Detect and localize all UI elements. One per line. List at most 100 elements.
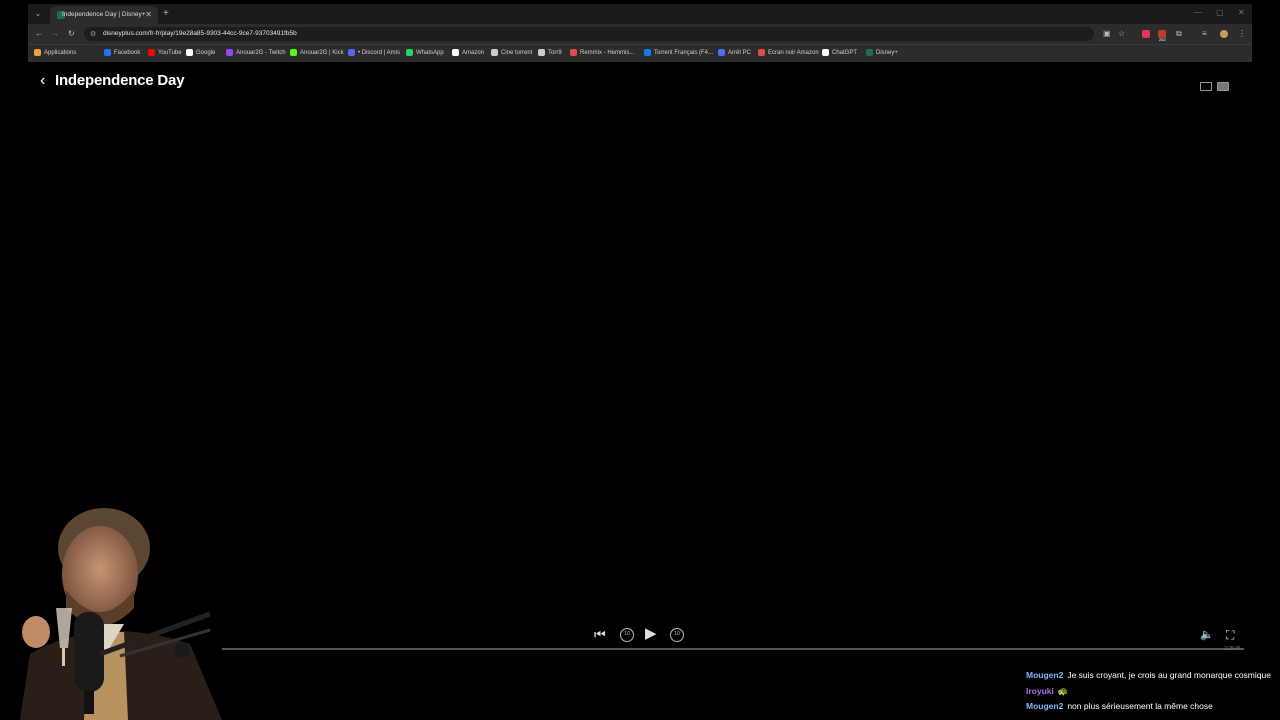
bookmark-item[interactable]: YouTube [148,49,182,56]
bookmark-item[interactable]: Disney+ [866,49,898,56]
bookmark-favicon-icon [186,49,193,56]
previous-icon[interactable]: ⏮ [594,626,606,644]
bookmark-label: Facebook [114,49,141,56]
new-tab-icon[interactable]: + [163,8,169,19]
navigation-bar: ← → ↻ ⚙ disneyplus.com/fr-fr/play/19e28a… [28,24,1252,44]
tab-strip: ⌄ Independence Day | Disney+ ✕ + — ▢ ✕ [28,4,1252,24]
bookmark-favicon-icon [822,49,829,56]
close-window-icon[interactable]: ✕ [1238,8,1245,17]
chat-username: Mougen2 [1026,670,1064,680]
screen: ⌄ Independence Day | Disney+ ✕ + — ▢ ✕ ←… [0,0,1280,720]
bookmark-favicon-icon [34,49,41,56]
bookmark-item[interactable]: Amazon [452,49,484,56]
bookmark-star-icon[interactable]: ☆ [1118,29,1125,38]
profile-avatar[interactable] [1220,30,1228,38]
reload-icon[interactable]: ↻ [68,29,75,38]
back-icon[interactable]: ← [35,29,43,38]
extension-badge-count: 262 [1159,37,1166,42]
chat-username: Mougen2 [1026,701,1064,711]
cast-icon[interactable] [1200,82,1212,91]
browser-window: ⌄ Independence Day | Disney+ ✕ + — ▢ ✕ ←… [28,4,1252,62]
maximize-icon[interactable]: ▢ [1216,8,1224,17]
forward-icon[interactable]: → [51,29,59,38]
bookmark-label: Ecran noir Amazon [768,49,819,56]
bookmark-item[interactable]: Applications [34,49,76,56]
bookmark-label: Torrent Français (F4... [654,49,714,56]
extension-icon[interactable] [1142,30,1150,38]
bookmark-label: Amazon [462,49,485,56]
media-control-icon[interactable]: ≡ [1202,29,1207,38]
bookmark-label: Arrêt PC [728,49,752,56]
chat-message: Iroyuki 🐢 [1026,684,1280,700]
back-arrow-icon[interactable]: ‹ [40,72,45,90]
chat-text: Je suis croyant, je crois au grand monar… [1067,670,1271,680]
bookmark-favicon-icon [148,49,155,56]
address-bar[interactable]: ⚙ disneyplus.com/fr-fr/play/19e28a85-930… [84,27,1094,41]
chat-text: non plus sérieusement la même chose [1067,701,1213,711]
bookmark-favicon-icon [491,49,498,56]
bookmark-item[interactable]: Google [186,49,215,56]
bookmark-favicon-icon [718,49,725,56]
bookmark-label: Anouar2G - Twitch [236,49,286,56]
progress-bar[interactable] [220,648,1244,650]
bookmark-item[interactable]: Anouar2G | Kick [290,49,344,56]
url-text: disneyplus.com/fr-fr/play/19e28a85-9303-… [103,30,297,37]
bookmark-label: Disney+ [876,49,898,56]
fullscreen-icon[interactable]: ⛶ [1226,626,1234,644]
bookmark-item[interactable]: Remmix - Hemmis... [570,49,634,56]
webcam-overlay [0,504,222,720]
bookmark-label: WhatsApp [416,49,444,56]
bookmark-label: Cine torrent [501,49,533,56]
minimize-icon[interactable]: — [1194,8,1202,17]
bookmark-item[interactable]: Torr9 [538,49,562,56]
bookmark-item[interactable]: Torrent Français (F4... [644,49,713,56]
bookmark-label: Applications [44,49,77,56]
bookmark-item[interactable]: Cine torrent [491,49,532,56]
chat-username: Iroyuki [1026,685,1054,696]
bookmark-item[interactable]: Arrêt PC [718,49,751,56]
bookmark-item[interactable]: Facebook [104,49,140,56]
forward-10-icon[interactable]: 10 [670,628,684,642]
bookmark-item[interactable]: Ecran noir Amazon [758,49,819,56]
bookmark-item[interactable]: Anouar2G - Twitch [226,49,286,56]
tab-close-icon[interactable]: ✕ [145,10,152,19]
bookmark-favicon-icon [290,49,297,56]
bookmark-favicon-icon [758,49,765,56]
bookmark-favicon-icon [452,49,459,56]
menu-icon[interactable]: ⋮ [1238,29,1246,38]
extensions-icon[interactable]: ⧉ [1176,29,1182,39]
install-app-icon[interactable]: ▣ [1103,29,1111,38]
bookmarks-bar: Applications Facebook YouTube Google Anouar2… [28,44,1252,62]
bookmark-label: Anouar2G | Kick [300,49,344,56]
bookmark-favicon-icon [348,49,355,56]
remaining-time: 2:25:45 [1224,646,1241,652]
tab-search-icon[interactable]: ⌄ [32,8,44,20]
site-info-icon[interactable]: ⚙ [90,30,96,38]
bookmark-label: YouTube [158,49,182,56]
bookmark-favicon-icon [644,49,651,56]
streamer-meme-image [20,508,222,720]
bookmark-item[interactable]: • Discord | Amis [348,49,400,56]
bookmark-label: • Discord | Amis [358,49,400,56]
chat-overlay: Mougen2 Je suis croyant, je crois au gran… [1026,668,1280,715]
bookmark-label: Remmix - Hemmis... [580,49,635,56]
subtitles-icon[interactable] [1217,82,1229,91]
bookmark-favicon-icon [104,49,111,56]
rewind-10-icon[interactable]: 10 [620,628,634,642]
chat-message: Mougen2 Je suis croyant, je crois au gran… [1026,668,1280,684]
bookmark-label: Torr9 [548,49,562,56]
bookmark-label: ChatGPT [832,49,858,56]
chat-text: 🐢 [1057,685,1069,696]
play-icon[interactable]: ▶ [645,625,657,643]
chat-message: Mougen2 non plus sérieusement la même cho… [1026,699,1280,715]
bookmark-item[interactable]: ChatGPT [822,49,857,56]
movie-title: Independence Day [55,72,185,89]
tab-active[interactable]: Independence Day | Disney+ ✕ [50,6,158,24]
bookmark-favicon-icon [226,49,233,56]
volume-icon[interactable]: 🔈 [1200,626,1214,644]
bookmark-favicon-icon [866,49,873,56]
bookmark-favicon-icon [538,49,545,56]
tab-title: Independence Day | Disney+ [62,11,146,18]
bookmark-item[interactable]: WhatsApp [406,49,444,56]
bookmark-favicon-icon [406,49,413,56]
